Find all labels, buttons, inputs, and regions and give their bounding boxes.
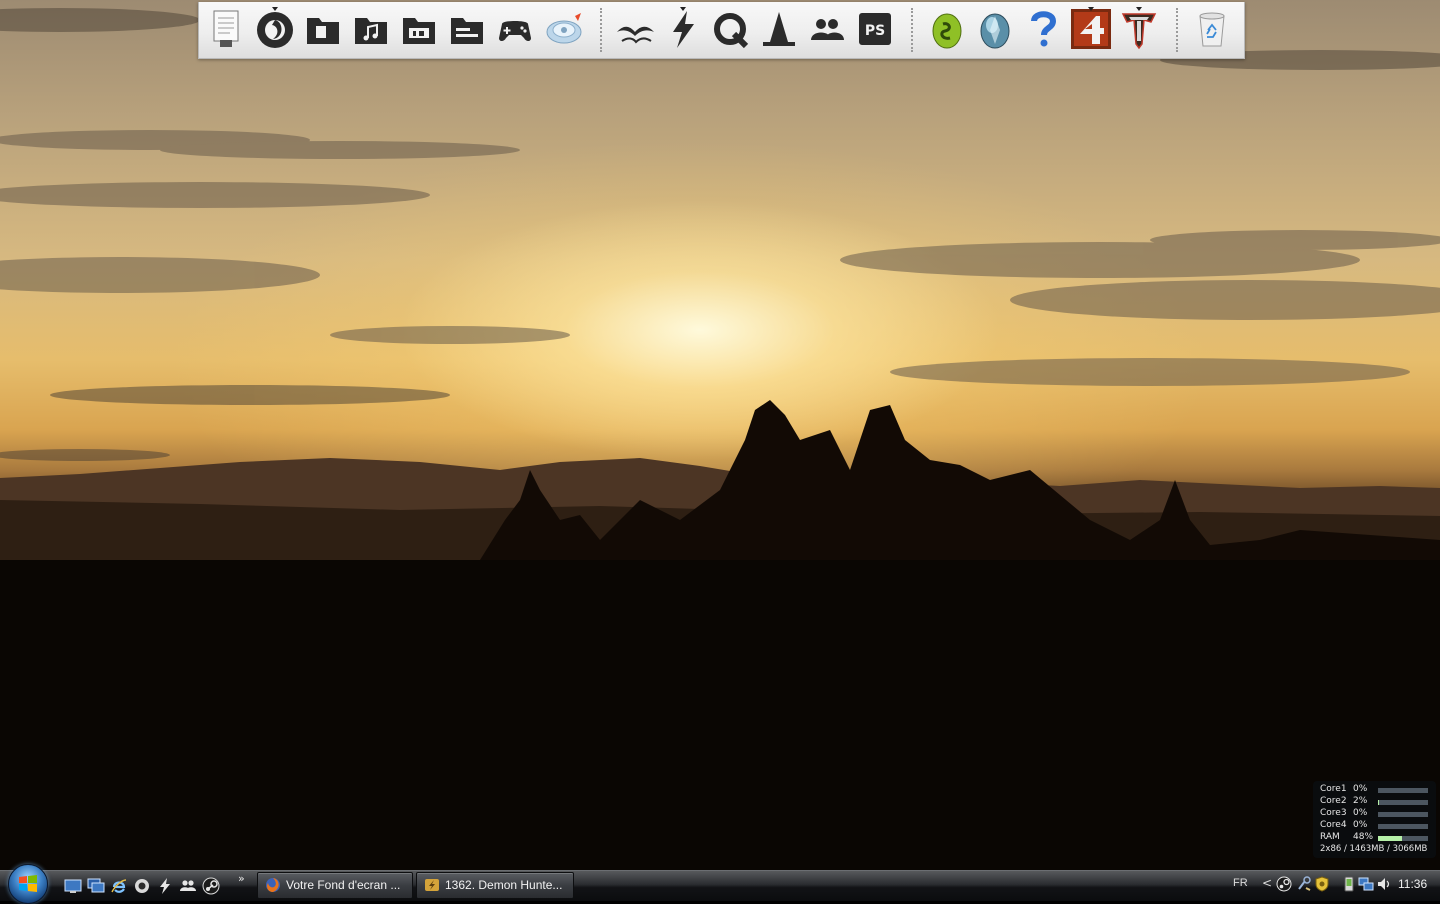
network-icon[interactable] — [1358, 876, 1374, 892]
steam-tray-icon[interactable] — [1276, 876, 1292, 892]
security-shield-icon[interactable] — [1314, 876, 1330, 892]
vlc-cone-icon[interactable] — [758, 8, 800, 50]
taskbar-button-label: 1362. Demon Hunte... — [445, 878, 563, 892]
device-icon[interactable] — [1341, 876, 1357, 892]
games-gamepad-icon[interactable] — [494, 8, 536, 50]
switch-windows-icon[interactable] — [87, 877, 105, 895]
taskbar-button-label: Votre Fond d'ecran ... — [286, 878, 401, 892]
gadget-row-label: Core2 — [1320, 796, 1347, 806]
running-indicator — [680, 7, 686, 11]
messenger-small-icon[interactable] — [179, 877, 197, 895]
openoffice-gulls-icon[interactable] — [614, 8, 656, 50]
gadget-row-label: RAM — [1320, 832, 1340, 842]
cpu-core3-row: Core3 0% — [1320, 808, 1432, 820]
gadget-row-value: 0% — [1353, 820, 1368, 830]
internet-explorer-icon[interactable] — [110, 877, 128, 895]
desktop-wallpaper — [0, 0, 1440, 870]
gadget-row-bar — [1378, 824, 1428, 829]
steam-small-icon[interactable] — [202, 877, 220, 895]
cpu-core1-row: Core1 0% — [1320, 784, 1432, 796]
gadget-row-fill — [1378, 800, 1379, 805]
notepad-icon[interactable] — [206, 8, 248, 50]
gadget-row-bar — [1378, 836, 1428, 841]
help-question-icon[interactable] — [1022, 8, 1064, 50]
dock-separator — [1176, 8, 1178, 52]
gadget-row-bar — [1378, 812, 1428, 817]
cpu-meter-gadget[interactable]: Core1 0% Core2 2% Core3 0% Core4 0% RAM … — [1313, 781, 1436, 858]
gadget-row-value: 0% — [1353, 784, 1368, 794]
quicktime-q-icon[interactable] — [710, 8, 752, 50]
gadget-row-label: Core4 — [1320, 820, 1347, 830]
recycle-bin-icon[interactable] — [1191, 8, 1233, 50]
firefox-icon — [266, 878, 280, 892]
left4dead-icon[interactable] — [1070, 7, 1112, 50]
gadget-row-label: Core1 — [1320, 784, 1347, 794]
running-indicator — [1088, 7, 1094, 11]
winamp-bolt-icon[interactable] — [662, 7, 704, 50]
memory-summary: 2x86 / 1463MB / 3066MB — [1320, 844, 1428, 854]
dock-separator — [600, 8, 602, 52]
photoshop-ps-icon[interactable]: PS — [854, 8, 896, 50]
show-hidden-icons-button[interactable]: < — [1262, 876, 1272, 890]
documents-folder-icon[interactable] — [302, 8, 344, 50]
quick-launch-overflow[interactable]: » — [238, 872, 245, 885]
tabula-rasa-icon[interactable] — [1118, 7, 1160, 50]
gadget-row-bar — [1378, 788, 1428, 793]
winamp-small-icon[interactable] — [156, 877, 174, 895]
top-dock: PS — [198, 2, 1245, 59]
cpu-core2-row: Core2 2% — [1320, 796, 1432, 808]
firefox-small-icon[interactable] — [133, 877, 151, 895]
gadget-row-value: 2% — [1353, 796, 1368, 806]
running-indicator — [272, 7, 278, 11]
video-folder-icon[interactable] — [398, 8, 440, 50]
language-indicator[interactable]: FR — [1233, 877, 1248, 889]
music-folder-icon[interactable] — [350, 8, 392, 50]
winamp-icon — [425, 879, 439, 891]
crystal-egg-icon[interactable] — [974, 8, 1016, 50]
network-tool-icon[interactable] — [1296, 876, 1312, 892]
start-button[interactable] — [8, 864, 48, 904]
ram-row: RAM 48% — [1320, 832, 1432, 844]
windows-logo-icon — [19, 875, 37, 892]
spore-egg-icon[interactable] — [926, 8, 968, 50]
disc-burner-icon[interactable] — [542, 8, 584, 50]
system-clock[interactable]: 11:36 — [1398, 877, 1427, 891]
files-folder-icon[interactable] — [446, 8, 488, 50]
messenger-buddies-icon[interactable] — [806, 8, 848, 50]
dock-separator — [911, 8, 913, 52]
firefox-icon[interactable] — [254, 7, 296, 50]
show-desktop-icon[interactable] — [64, 877, 82, 895]
photoshop-label: PS — [865, 23, 885, 39]
gadget-row-fill — [1378, 836, 1402, 841]
gadget-row-value: 0% — [1353, 808, 1368, 818]
running-indicator — [1136, 7, 1142, 11]
gadget-row-value: 48% — [1353, 832, 1374, 842]
taskbar-button-winamp[interactable]: 1362. Demon Hunte... — [416, 872, 574, 899]
gadget-row-label: Core3 — [1320, 808, 1347, 818]
taskbar-button-firefox[interactable]: Votre Fond d'ecran ... — [257, 872, 413, 899]
cpu-core4-row: Core4 0% — [1320, 820, 1432, 832]
gadget-row-bar — [1378, 800, 1428, 805]
volume-icon[interactable] — [1376, 876, 1392, 892]
